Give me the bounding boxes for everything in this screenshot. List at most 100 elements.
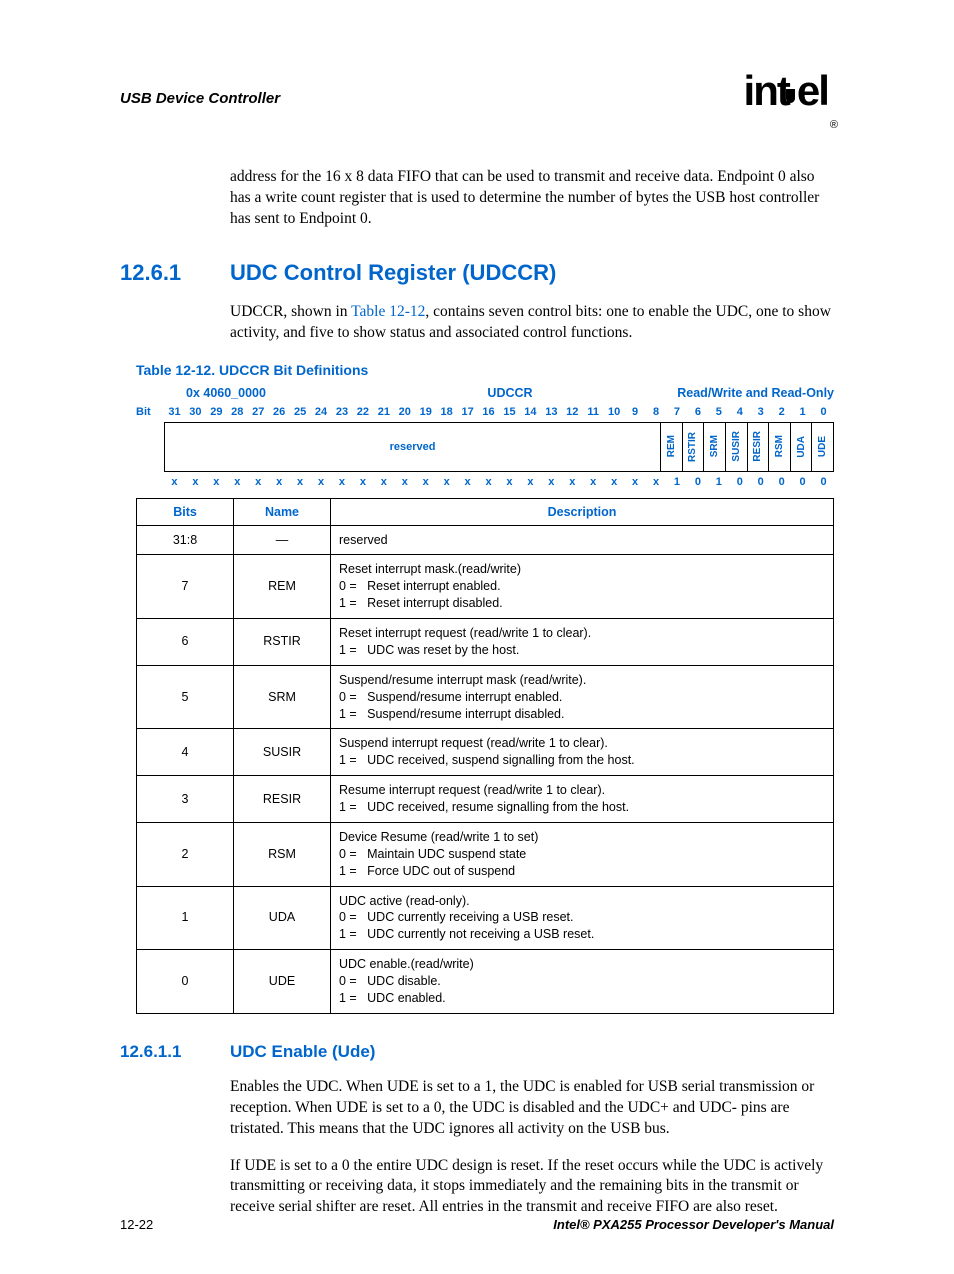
cell-bits: 5 bbox=[137, 665, 234, 729]
field-rstir: RSTIR bbox=[682, 423, 704, 471]
reset-value: x bbox=[269, 476, 290, 488]
reset-value: x bbox=[373, 476, 394, 488]
bit-number: 23 bbox=[332, 406, 353, 418]
table-row: 31:8—reserved bbox=[137, 525, 834, 555]
bit-number: 3 bbox=[750, 406, 771, 418]
reset-value: 1 bbox=[708, 476, 729, 488]
intel-logo: intel® bbox=[744, 70, 834, 117]
reset-value: 0 bbox=[729, 476, 750, 488]
cell-name: REM bbox=[234, 555, 331, 619]
bit-number: 22 bbox=[352, 406, 373, 418]
cell-name: — bbox=[234, 525, 331, 555]
field-uda: UDA bbox=[790, 423, 812, 471]
table-row: 6RSTIRReset interrupt request (read/writ… bbox=[137, 619, 834, 666]
reset-value: 1 bbox=[667, 476, 688, 488]
running-header: USB Device Controller bbox=[120, 90, 280, 107]
cell-desc: Suspend interrupt request (read/write 1 … bbox=[331, 729, 834, 776]
bit-number: 26 bbox=[269, 406, 290, 418]
bit-number: 28 bbox=[227, 406, 248, 418]
field-rem: REM bbox=[660, 423, 682, 471]
bit-number: 9 bbox=[625, 406, 646, 418]
subsection-title: UDC Enable (Ude) bbox=[230, 1042, 375, 1061]
reset-value: x bbox=[562, 476, 583, 488]
para-text-a: UDCCR, shown in bbox=[230, 303, 351, 320]
table-row: 1UDAUDC active (read-only).0 = UDC curre… bbox=[137, 886, 834, 950]
reset-value: 0 bbox=[750, 476, 771, 488]
intro-paragraph: address for the 16 x 8 data FIFO that ca… bbox=[230, 167, 834, 230]
bit-number: 17 bbox=[457, 406, 478, 418]
cell-desc: Reset interrupt request (read/write 1 to… bbox=[331, 619, 834, 666]
reset-value: x bbox=[541, 476, 562, 488]
register-diagram: 0x 4060_0000 UDCCR Read/Write and Read-O… bbox=[136, 386, 834, 488]
manual-title: Intel® PXA255 Processor Developer's Manu… bbox=[553, 1217, 834, 1232]
reserved-field: reserved bbox=[165, 423, 660, 471]
cell-desc: Device Resume (read/write 1 to set)0 = M… bbox=[331, 822, 834, 886]
subsection-number: 12.6.1.1 bbox=[120, 1042, 230, 1062]
bit-label: Bit bbox=[136, 406, 164, 418]
cell-desc: Resume interrupt request (read/write 1 t… bbox=[331, 776, 834, 823]
col-bits: Bits bbox=[137, 498, 234, 525]
cell-bits: 31:8 bbox=[137, 525, 234, 555]
bit-number: 1 bbox=[792, 406, 813, 418]
cell-name: RSM bbox=[234, 822, 331, 886]
reset-value: 0 bbox=[687, 476, 708, 488]
col-name: Name bbox=[234, 498, 331, 525]
reset-value: x bbox=[185, 476, 206, 488]
table-caption: Table 12-12. UDCCR Bit Definitions bbox=[136, 362, 834, 378]
cell-bits: 2 bbox=[137, 822, 234, 886]
section-number: 12.6.1 bbox=[120, 260, 230, 286]
register-access: Read/Write and Read-Only bbox=[618, 386, 834, 400]
table-ref-link[interactable]: Table 12-12 bbox=[351, 303, 425, 320]
bit-number: 14 bbox=[520, 406, 541, 418]
section-paragraph: UDCCR, shown in Table 12-12, contains se… bbox=[230, 302, 834, 344]
field-ude: UDE bbox=[811, 423, 833, 471]
cell-bits: 3 bbox=[137, 776, 234, 823]
bit-number: 13 bbox=[541, 406, 562, 418]
subsection-p1: Enables the UDC. When UDE is set to a 1,… bbox=[230, 1077, 834, 1140]
reset-value: x bbox=[164, 476, 185, 488]
bit-number: 21 bbox=[373, 406, 394, 418]
table-row: 3RESIRResume interrupt request (read/wri… bbox=[137, 776, 834, 823]
bit-number: 4 bbox=[729, 406, 750, 418]
cell-desc: Suspend/resume interrupt mask (read/writ… bbox=[331, 665, 834, 729]
reset-value: x bbox=[394, 476, 415, 488]
reset-value: x bbox=[583, 476, 604, 488]
bit-number: 7 bbox=[667, 406, 688, 418]
table-row: 0UDEUDC enable.(read/write)0 = UDC disab… bbox=[137, 950, 834, 1014]
bit-number: 18 bbox=[436, 406, 457, 418]
section-heading: 12.6.1UDC Control Register (UDCCR) bbox=[120, 260, 834, 286]
bit-number: 19 bbox=[415, 406, 436, 418]
reset-value: x bbox=[227, 476, 248, 488]
reset-value: x bbox=[625, 476, 646, 488]
reset-value: x bbox=[457, 476, 478, 488]
reset-value: 0 bbox=[771, 476, 792, 488]
reset-value: x bbox=[478, 476, 499, 488]
bit-number: 15 bbox=[499, 406, 520, 418]
cell-desc: Reset interrupt mask.(read/write)0 = Res… bbox=[331, 555, 834, 619]
subsection-heading: 12.6.1.1UDC Enable (Ude) bbox=[120, 1042, 834, 1062]
register-name: UDCCR bbox=[402, 386, 618, 400]
cell-name: RSTIR bbox=[234, 619, 331, 666]
cell-bits: 6 bbox=[137, 619, 234, 666]
reset-value: x bbox=[436, 476, 457, 488]
reset-value: x bbox=[290, 476, 311, 488]
cell-desc: UDC enable.(read/write)0 = UDC disable.1… bbox=[331, 950, 834, 1014]
cell-name: UDA bbox=[234, 886, 331, 950]
table-row: 5SRMSuspend/resume interrupt mask (read/… bbox=[137, 665, 834, 729]
bit-number: 2 bbox=[771, 406, 792, 418]
bit-description-table: Bits Name Description 31:8—reserved7REMR… bbox=[136, 498, 834, 1014]
section-title: UDC Control Register (UDCCR) bbox=[230, 260, 556, 285]
reset-value: x bbox=[520, 476, 541, 488]
bit-number: 30 bbox=[185, 406, 206, 418]
reset-value: 0 bbox=[813, 476, 834, 488]
bit-number: 25 bbox=[290, 406, 311, 418]
cell-name: UDE bbox=[234, 950, 331, 1014]
subsection-p2: If UDE is set to a 0 the entire UDC desi… bbox=[230, 1156, 834, 1219]
reset-value: x bbox=[206, 476, 227, 488]
bit-number: 6 bbox=[687, 406, 708, 418]
bit-number: 31 bbox=[164, 406, 185, 418]
bit-number: 16 bbox=[478, 406, 499, 418]
reset-value: x bbox=[352, 476, 373, 488]
bit-number: 5 bbox=[708, 406, 729, 418]
cell-name: RESIR bbox=[234, 776, 331, 823]
